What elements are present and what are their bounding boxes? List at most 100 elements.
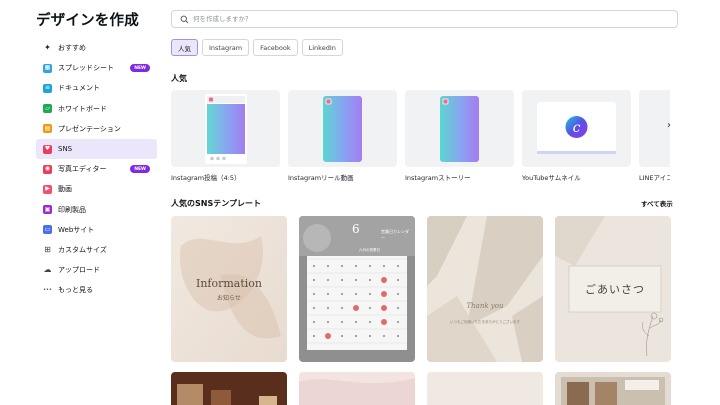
template-script-title: Thank you [466,302,504,310]
format-card-instagram-post[interactable]: Instagram投稿（4:5） [171,90,280,182]
calendar-day [368,292,372,296]
format-label: Instagram投稿（4:5） [171,174,241,182]
website-icon: ▭ [43,225,52,235]
print-icon: ▣ [43,205,52,215]
calendar-day [326,264,330,268]
sidebar-item-label: カスタムサイズ [58,245,107,254]
template-card-greeting[interactable]: ごあいさつ [555,216,671,362]
sidebar-item-label: スプレッドシート [58,64,114,73]
calendar-day [340,264,344,268]
sidebar-item-label: 動画 [58,185,72,194]
format-card-line-icon[interactable]: LINEアイコン [639,90,670,182]
format-thumbnail: c [522,90,631,167]
templates-section-title: 人気のSNSテンプレート [171,199,261,208]
sidebar-item-4[interactable]: ▱ ホワイトボード [36,99,157,119]
format-thumbnail [288,90,397,167]
format-card-instagram-story[interactable]: Instagramストーリー [405,90,514,182]
calendar-marked-day [381,277,387,283]
calendar-day [312,292,316,296]
format-card-youtube-thumbnail[interactable]: c YouTubeサムネイル [522,90,631,182]
template-card-bottom-1[interactable] [171,372,287,405]
calendar-marked-day [381,319,387,325]
sidebar-item-6[interactable]: ♥ SNS [36,138,157,160]
camera-icon: ◉ [43,164,52,174]
svg-text:c: c [573,120,581,136]
chip-popular[interactable]: 人気 [171,39,198,56]
sidebar-item-7[interactable]: ◉ 写真エディター NEW [36,159,157,179]
category-chips: 人気 Instagram Facebook LinkedIn [171,39,343,56]
sidebar-nav: ✦ おすすめ ▦ スプレッドシート NEW ≡ ドキュメント ▱ ホワイトボード ▤ プレゼンテーシ… [36,38,157,300]
chip-linkedin[interactable]: LinkedIn [301,39,343,56]
calendar-day [368,306,372,310]
template-subtitle: お知らせ [217,295,241,302]
template-card-thank-you[interactable]: Thank you いつもご利用いただきありがとうございます [427,216,543,362]
calendar-day [326,320,330,324]
sidebar-item-3[interactable]: ≡ ドキュメント [36,78,157,98]
more-dots-icon: ••• [43,286,52,293]
presentation-icon: ▤ [43,124,52,134]
calendar-day [354,278,358,282]
template-card-calendar[interactable]: 6 営業日カレンダー 六月の営業日 [299,216,415,362]
calendar-marked-day [353,305,359,311]
calendar-day [354,334,358,338]
template-card-bottom-4[interactable] [555,372,671,405]
calendar-day [326,306,330,310]
sidebar-item-12[interactable]: ☁ アップロード [36,260,157,280]
sidebar-item-10[interactable]: ▭ Webサイト [36,220,157,240]
format-thumbnail [171,90,280,167]
template-card-bottom-2[interactable] [299,372,415,405]
calendar-day [382,334,386,338]
format-card-instagram-reel[interactable]: Instagramリール動画 [288,90,397,182]
sidebar-item-label: プレゼンテーション [58,124,121,133]
popular-section-title: 人気 [171,74,187,83]
sidebar-item-label: ドキュメント [58,84,100,93]
template-title: Information [195,277,263,290]
search-icon [180,15,189,23]
format-thumbnail [405,90,514,167]
new-badge: NEW [130,165,150,174]
calendar-day [340,320,344,324]
sidebar-item-label: アップロード [58,266,100,275]
calendar-day [340,278,344,282]
template-card-information[interactable]: Information お知らせ [171,216,287,362]
calendar-day [340,334,344,338]
chip-instagram[interactable]: Instagram [202,39,250,56]
calendar-day [396,292,400,296]
cloud-upload-icon: ☁ [43,265,52,275]
sidebar: デザインを作成 ✦ おすすめ ▦ スプレッドシート NEW ≡ ドキュメント ▱ ホワイトボード… [0,0,162,405]
calendar-day [354,292,358,296]
calendar-day [312,306,316,310]
sidebar-item-8[interactable]: ▶ 動画 [36,179,157,199]
custom-size-icon: ⊞ [44,244,51,254]
sidebar-item-11[interactable]: ⊞ カスタムサイズ [36,240,157,260]
template-card-bottom-3[interactable] [427,372,543,405]
calendar-day [396,320,400,324]
sidebar-item-1[interactable]: ✦ おすすめ [36,38,157,58]
search-bar[interactable] [171,10,678,28]
heart-icon: ♥ [43,144,52,154]
sidebar-item-label: 写真エディター [58,165,107,174]
search-input[interactable] [193,15,653,23]
calendar-day [312,264,316,268]
calendar-day [326,278,330,282]
sidebar-item-9[interactable]: ▣ 印刷製品 [36,200,157,220]
spreadsheet-icon: ▦ [43,63,52,73]
see-all-link[interactable]: すべて表示 [641,198,673,208]
calendar-day [368,334,372,338]
sidebar-item-5[interactable]: ▤ プレゼンテーション [36,119,157,139]
template-title: ごあいさつ [585,283,645,296]
calendar-day [340,306,344,310]
calendar-note: 六月の営業日 [359,248,380,252]
popular-formats-row: Instagram投稿（4:5） Instagramリール動画 Instagra… [171,90,670,185]
chevron-right-icon[interactable]: › [662,118,676,132]
calendar-marked-day [381,291,387,297]
sidebar-item-13[interactable]: ••• もっと見る [36,280,157,300]
sidebar-item-label: ホワイトボード [58,104,107,113]
whiteboard-icon: ▱ [43,104,52,114]
chip-facebook[interactable]: Facebook [253,39,298,56]
sidebar-item-2[interactable]: ▦ スプレッドシート NEW [36,58,157,78]
calendar-marked-day [325,333,331,339]
video-icon: ▶ [43,184,52,194]
format-label: LINEアイコン [639,174,670,182]
sparkle-grid-icon: ✦ [44,43,51,53]
